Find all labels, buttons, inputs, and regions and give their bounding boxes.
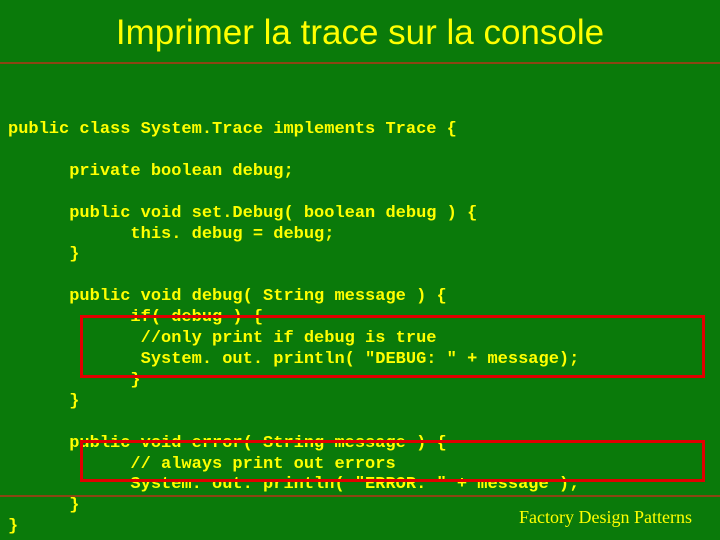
code-line: public void debug( String message ) { (8, 287, 447, 306)
highlight-box-debug (80, 315, 705, 378)
code-line: } (8, 496, 79, 515)
title-underline (0, 62, 720, 64)
code-line: this. debug = debug; (8, 225, 334, 244)
code-line: public class System.Trace implements Tra… (8, 120, 457, 139)
footer-text: Factory Design Patterns (519, 507, 692, 528)
highlight-box-error (80, 440, 705, 482)
code-line: } (8, 245, 79, 264)
bottom-underline (0, 495, 720, 497)
code-line: private boolean debug; (8, 162, 294, 181)
code-line: } (8, 392, 79, 411)
code-line: public void set.Debug( boolean debug ) { (8, 204, 477, 223)
code-line: } (8, 517, 18, 536)
slide-title: Imprimer la trace sur la console (0, 0, 720, 57)
